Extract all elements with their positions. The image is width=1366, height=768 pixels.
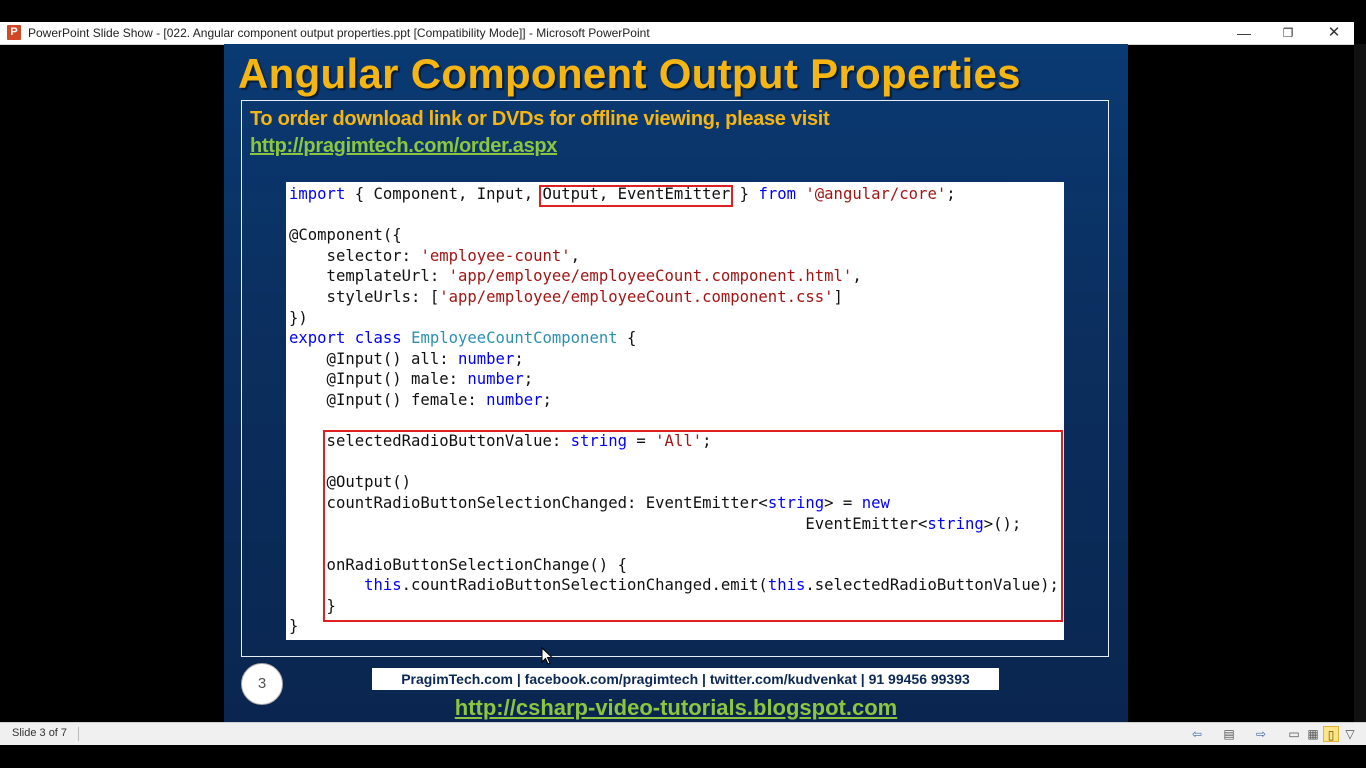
import-highlight-box <box>539 185 733 207</box>
restore-button[interactable]: ❐ <box>1266 22 1310 44</box>
code-text: }) <box>289 308 308 327</box>
window-titlebar: P PowerPoint Slide Show - [022. Angular … <box>0 22 1354 45</box>
side-strip <box>1354 44 1366 722</box>
footer-contact-bar: PragimTech.com | facebook.com/pragimtech… <box>372 668 999 690</box>
code-text: } <box>289 617 299 636</box>
code-text: @Input() female: <box>289 390 487 409</box>
status-bar: Slide 3 of 7 ⇦ ▤ ⇨ ▭ ▦ ▯ ▽ <box>0 722 1366 745</box>
kw-from: from <box>758 185 796 203</box>
slide-menu-icon[interactable]: ▤ <box>1221 726 1237 742</box>
type-number: number <box>467 370 524 389</box>
type-number: number <box>486 390 543 409</box>
output-highlight-box <box>323 430 1063 622</box>
slide[interactable]: Angular Component Output Properties To o… <box>224 44 1128 722</box>
module-string: '@angular/core' <box>805 185 947 203</box>
code-text: styleUrls: [ <box>289 287 440 306</box>
code-text: } <box>730 185 759 203</box>
code-text: @Input() all: <box>289 349 458 368</box>
class-name: EmployeeCountComponent <box>411 329 618 348</box>
slide-sorter-icon[interactable]: ▦ <box>1305 726 1321 742</box>
code-text: @Component({ <box>289 226 402 245</box>
code-text: ; <box>946 185 956 203</box>
previous-slide-icon[interactable]: ⇦ <box>1189 726 1205 742</box>
code-text: { Component, Input, <box>345 185 543 203</box>
code-box: import { Component, Input, Output, Event… <box>286 182 1064 665</box>
mouse-cursor-icon <box>541 647 554 665</box>
minimize-button[interactable]: — <box>1222 22 1266 44</box>
code-text: @Input() male: <box>289 370 468 389</box>
normal-view-icon[interactable]: ▭ <box>1286 726 1302 742</box>
powerpoint-icon: P <box>7 25 21 40</box>
selector-string: 'employee-count' <box>420 246 571 265</box>
template-string: 'app/employee/employeeCount.component.ht… <box>448 267 853 286</box>
kw-import: import <box>289 185 346 203</box>
slide-counter: Slide 3 of 7 <box>12 727 68 739</box>
code-text: ; <box>542 390 552 409</box>
reading-view-icon[interactable]: ▯ <box>1323 726 1339 742</box>
slide-show-icon[interactable]: ▽ <box>1342 726 1358 742</box>
code-text: ; <box>523 370 534 389</box>
style-string: 'app/employee/employeeCount.component.cs… <box>439 287 834 306</box>
code-text: { <box>617 329 637 348</box>
order-text: To order download link or DVDs for offli… <box>250 108 830 130</box>
window-title: PowerPoint Slide Show - [022. Angular co… <box>28 26 650 40</box>
type-number: number <box>458 349 515 368</box>
next-slide-icon[interactable]: ⇨ <box>1253 726 1269 742</box>
code-text: ; <box>514 349 524 368</box>
code-text: templateUrl: <box>289 267 449 286</box>
blog-link[interactable]: http://csharp-video-tutorials.blogspot.c… <box>224 695 1128 721</box>
slide-title: Angular Component Output Properties <box>238 50 1021 97</box>
code-text: selector: <box>289 246 421 265</box>
status-separator <box>78 727 79 741</box>
code-text: ] <box>833 287 843 306</box>
close-button[interactable]: ✕ <box>1312 22 1356 44</box>
order-link[interactable]: http://pragimtech.com/order.aspx <box>250 135 557 158</box>
kw-export-class: export class <box>289 329 402 348</box>
